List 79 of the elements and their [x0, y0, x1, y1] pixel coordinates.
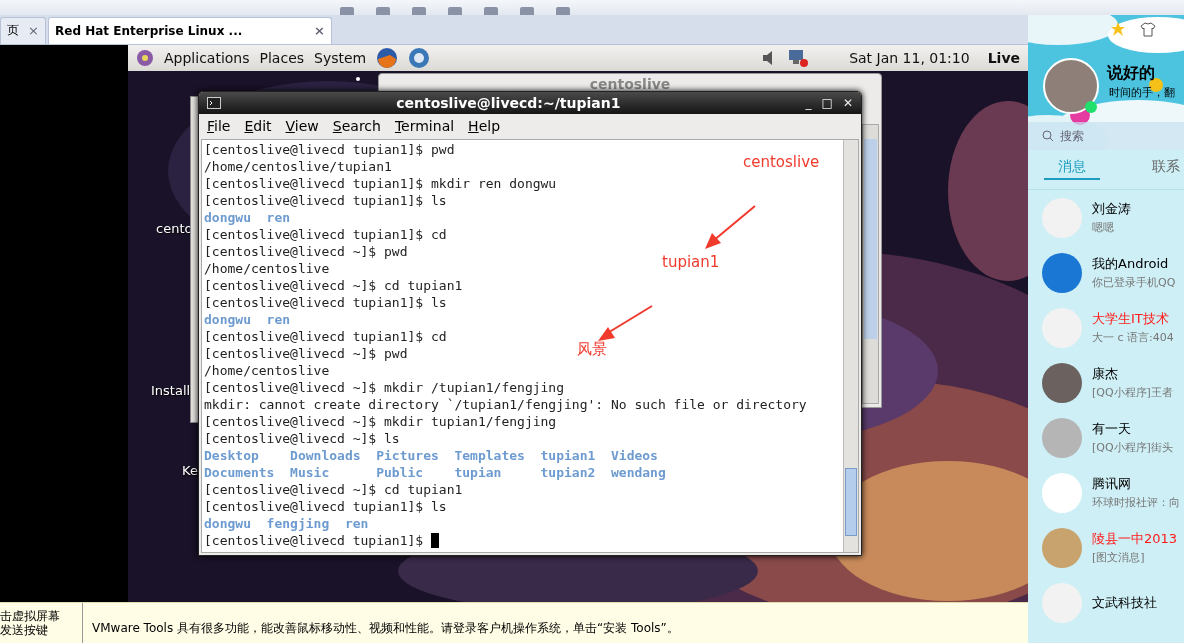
terminal-line: mkdir: cannot create directory `/tupian1/fengjing': No such file or directory [204, 395, 807, 413]
terminal-line: [centoslive@livecd ~]$ mkdir /tupian1/fengjing [204, 378, 565, 396]
user-menu[interactable]: Live [987, 49, 1020, 66]
menu-item[interactable]: View [285, 118, 319, 135]
file-listing: dongwu ren [204, 208, 291, 226]
browser-tab[interactable]: 页 × [0, 16, 46, 44]
scrollbar[interactable] [862, 123, 879, 404]
tab-label: Red Hat Enterprise Linux ... [55, 23, 243, 38]
terminal-line: [centoslive@livecd tupian1]$ mkdir ren dongwu [204, 174, 557, 192]
window-title: centoslive@livecd:~/tupian1 [395, 94, 622, 111]
chat-preview: 大一 c 语言:404 [1092, 330, 1174, 345]
chat-preview: [图文消息] [1092, 550, 1146, 565]
terminal-line: [centoslive@livecd tupian1]$ ls [204, 497, 447, 515]
chat-name[interactable]: 康杰 [1092, 365, 1173, 383]
panel-menu[interactable]: Applications [164, 49, 250, 66]
hint-text: 击虚拟屏幕 [0, 609, 61, 623]
chat-name[interactable]: 文武科技社 [1092, 593, 1157, 612]
terminal-line: [centoslive@livecd tupian1]$ pwd [204, 140, 455, 158]
chat-preview: 环球时报社评：向 [1092, 495, 1180, 510]
terminal-line: [centoslive@livecd tupian1]$ ls [204, 191, 447, 209]
chat-name[interactable]: 腾讯网 [1092, 475, 1180, 493]
chat-preview: 你已登录手机QQ [1092, 275, 1176, 290]
chat-name[interactable]: 有一天 [1092, 420, 1173, 438]
foot-logo-icon[interactable] [136, 48, 154, 67]
hint-text: 发送按键 [0, 623, 49, 637]
file-listing: dongwu ren [204, 310, 291, 328]
annotation-text: 风景 [577, 339, 607, 359]
window-title: centoslive [589, 75, 671, 92]
scrollbar[interactable] [843, 139, 858, 552]
terminal-line: /home/centoslive [204, 361, 330, 379]
avatar[interactable] [1042, 362, 1082, 403]
globe-fox-icon[interactable] [376, 46, 399, 69]
chat-preview: 嗯嗯 [1092, 220, 1115, 235]
terminal-line: [centoslive@livecd ~]$ mkdir tupian1/fengjing [204, 412, 557, 430]
maximize-button[interactable]: □ [821, 95, 833, 110]
desktop-icon-label[interactable]: Install [151, 382, 191, 398]
terminal-line: [centoslive@livecd ~]$ cd tupian1 [204, 480, 463, 498]
terminal-icon [207, 96, 221, 109]
close-icon[interactable]: × [28, 23, 39, 39]
terminal-line: /home/centoslive/tupian1 [204, 157, 392, 175]
terminal-line: [centoslive@livecd tupian1]$ cd [204, 225, 447, 243]
annotation-arrow [705, 204, 756, 249]
chat-preview: [QQ小程序]街头 [1092, 440, 1173, 455]
terminal-line: [centoslive@livecd ~]$ ls [204, 429, 400, 447]
terminal-line: [centoslive@livecd ~]$ cd tupian1 [204, 276, 463, 294]
panel-menu[interactable]: System [314, 49, 367, 66]
annotation-text: centoslive [743, 152, 820, 171]
menu-item[interactable]: File [207, 118, 231, 135]
chat-name[interactable]: 刘金涛 [1092, 200, 1131, 218]
menu-item[interactable]: Edit [244, 118, 272, 135]
avatar[interactable] [1042, 252, 1082, 293]
tab-label: 页 [7, 22, 19, 40]
terminal-line: [centoslive@livecd ~]$ pwd [204, 242, 408, 260]
menu-item[interactable]: Search [332, 118, 381, 135]
desktop-icon-label[interactable]: Ke [182, 462, 198, 478]
terminal-line: [centoslive@livecd ~]$ pwd [204, 344, 408, 362]
menu-item[interactable]: Terminal [394, 118, 455, 135]
file-listing: Desktop Downloads Pictures Templates tupian1 Videos [204, 446, 658, 464]
mail-bird-icon[interactable] [408, 46, 431, 69]
minimize-button[interactable]: _ [805, 95, 812, 110]
file-listing: Documents Music Public tupian tupian2 wendang [204, 463, 666, 481]
browser-tab[interactable]: Red Hat Enterprise Linux ... × [48, 16, 332, 44]
terminal-line: [centoslive@livecd tupian1]$ cd [204, 327, 447, 345]
notification-text: VMware Tools 具有很多功能，能改善鼠标移动性、视频和性能。请登录客户机操作系统，单击“安装 Tools”。 [92, 619, 679, 637]
menu-item[interactable]: Help [468, 118, 501, 135]
terminal-line: /home/centoslive [204, 259, 330, 277]
chat-tab[interactable]: 联系 [1138, 150, 1184, 180]
annotation-text: tupian1 [662, 252, 720, 271]
terminal-line: [centoslive@livecd tupian1]$ ls [204, 293, 447, 311]
network-icon[interactable] [787, 47, 810, 68]
chat-name[interactable]: 我的Android [1092, 255, 1176, 273]
clock[interactable]: Sat Jan 11, 01:10 [849, 49, 970, 66]
terminal-line: [centoslive@livecd tupian1]$ [204, 531, 425, 549]
close-button[interactable]: ✕ [842, 95, 853, 110]
close-icon[interactable]: × [314, 23, 325, 39]
chat-preview: [QQ小程序]王者 [1092, 385, 1173, 400]
file-listing: dongwu fengjing ren [204, 514, 369, 532]
annotation-arrow [598, 304, 653, 341]
panel-menu[interactable]: Places [259, 49, 305, 66]
